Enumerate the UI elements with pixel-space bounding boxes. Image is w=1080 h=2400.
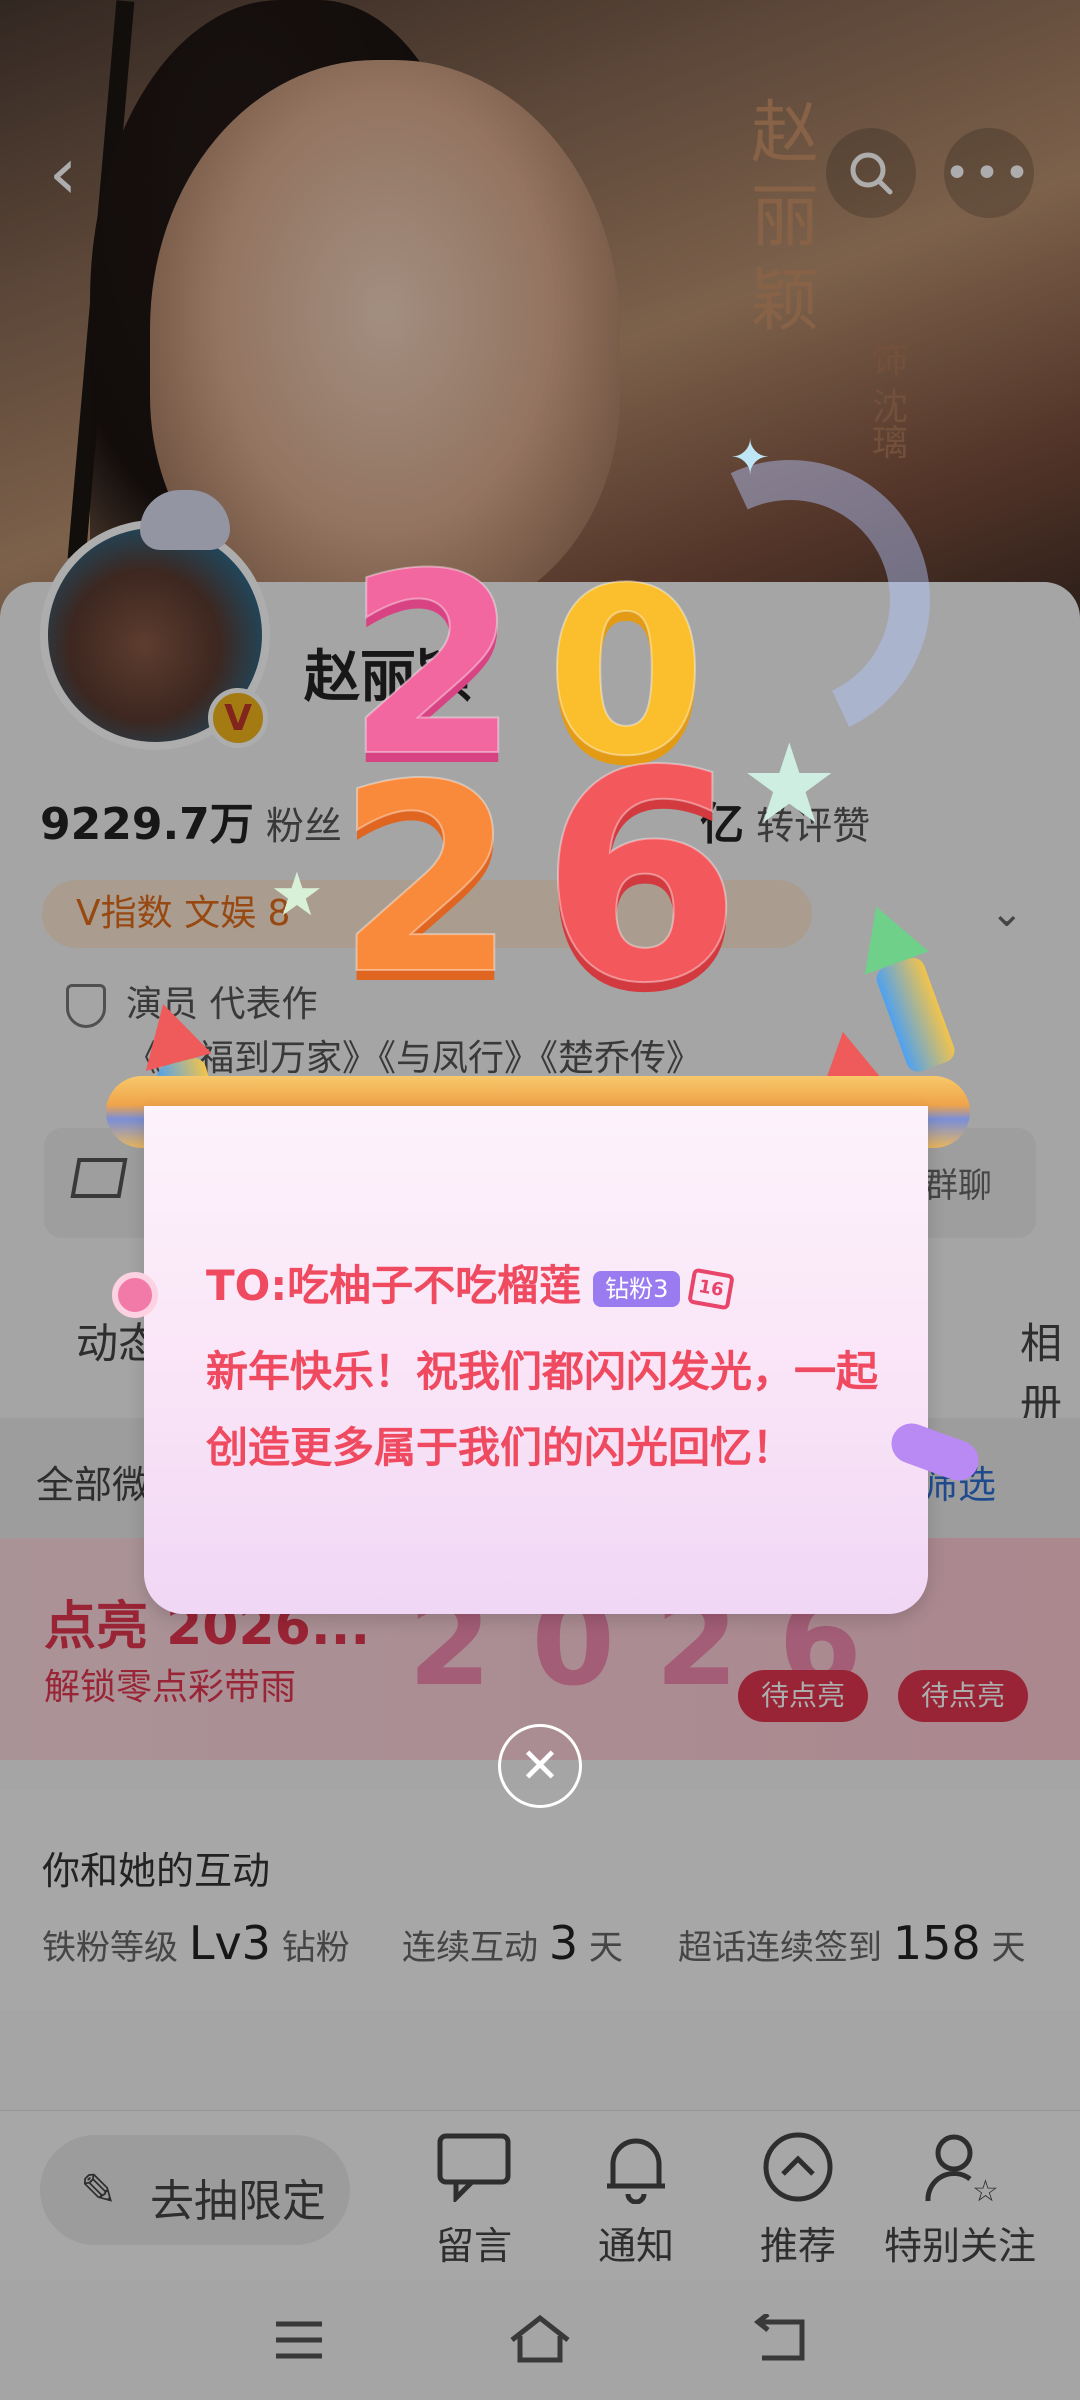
new-year-popup: ✦ ★ ★ 2 0 2 6 TO:吃柚子不吃榴莲 钻粉3 16 新年快乐！祝我们都闪… — [0, 0, 1080, 2400]
close-icon: ✕ — [519, 1738, 561, 1794]
sparkle-icon: ✦ — [730, 430, 771, 486]
recipient-text: TO:吃柚子不吃榴莲 — [206, 1261, 582, 1310]
level-badge: 16 — [687, 1267, 736, 1310]
close-button[interactable]: ✕ — [498, 1724, 582, 1808]
year-2026-graphic: 2 0 2 6 — [300, 519, 820, 1048]
fan-badge: 钻粉3 — [593, 1270, 681, 1307]
year-digit-3: 2 — [335, 729, 518, 1033]
year-digit-4: 6 — [539, 709, 743, 1048]
dot-decoration — [112, 1272, 158, 1318]
popup-recipient: TO:吃柚子不吃榴莲 钻粉3 16 — [206, 1252, 736, 1313]
popup-message: 新年快乐！祝我们都闪闪发光，一起创造更多属于我们的闪光回忆！ — [206, 1347, 879, 1472]
